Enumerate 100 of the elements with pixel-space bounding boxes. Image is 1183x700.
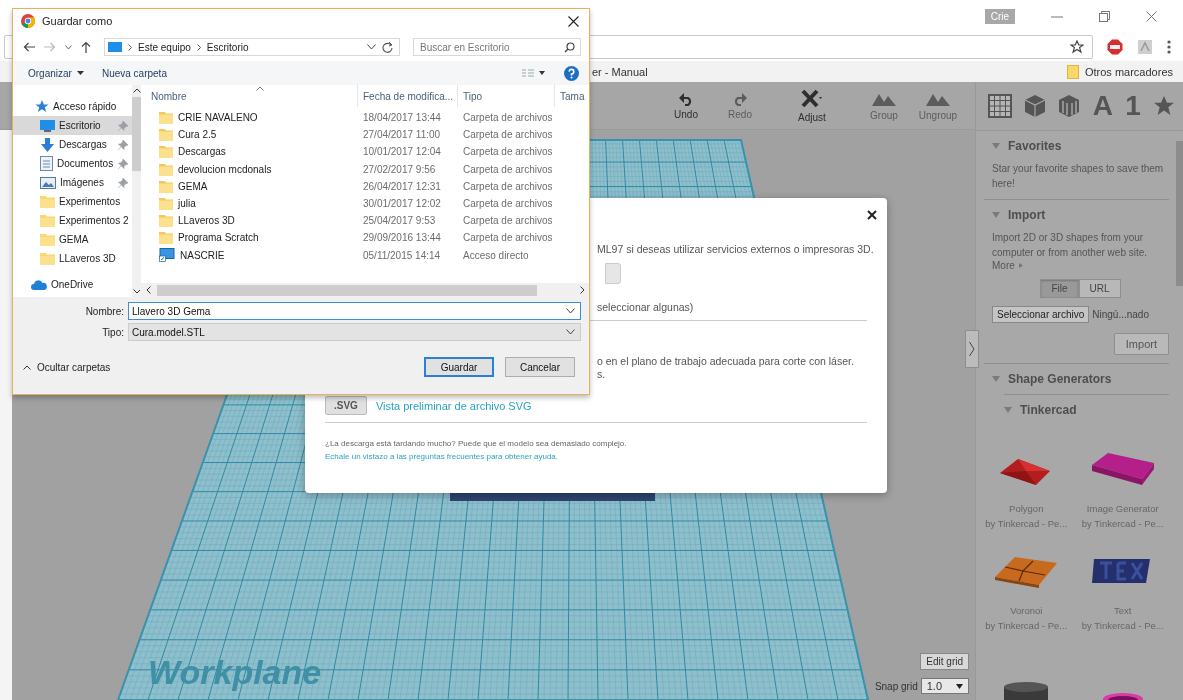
dropdown-caret-icon[interactable] <box>566 308 575 314</box>
scrollbar-thumb[interactable] <box>157 284 537 296</box>
section-title[interactable]: Shape Generators <box>1008 372 1112 386</box>
chevron-icon <box>969 341 975 357</box>
dropdown-caret-icon[interactable] <box>367 44 376 50</box>
navigation-item[interactable]: Escritorio <box>13 116 133 135</box>
column-header[interactable]: Fecha de modifica... <box>358 85 458 107</box>
section-title[interactable]: Import <box>1008 208 1046 222</box>
shape-name: Voronoi <box>1010 604 1043 618</box>
new-folder-button[interactable]: Nueva carpeta <box>101 67 167 79</box>
navigation-item[interactable]: Documentos <box>13 154 133 173</box>
svg-download-button[interactable]: .SVG <box>325 396 367 415</box>
redo-icon <box>732 91 748 106</box>
grid-icon[interactable] <box>988 94 1012 118</box>
up-arrow-icon[interactable] <box>81 41 91 53</box>
choose-file-button[interactable]: Seleccionar archivo <box>992 306 1090 323</box>
scrollbar-thumb[interactable] <box>1176 141 1183 286</box>
search-field[interactable]: Buscar en Escritorio <box>413 38 581 56</box>
bookmark-link[interactable]: er - Manual <box>592 65 648 78</box>
file-name[interactable]: Programa Scratch <box>178 232 259 244</box>
column-header[interactable]: Tama <box>555 85 585 107</box>
file-name[interactable]: LLaveros 3D <box>178 215 235 227</box>
file-type: Carpeta de archivos <box>462 129 554 141</box>
file-name-field[interactable]: Llavero 3D Gema <box>128 302 581 320</box>
modified-date: 27/02/2017 9:56 <box>362 163 437 175</box>
restore-icon[interactable] <box>1099 11 1110 22</box>
bookmark-star-icon[interactable] <box>1070 40 1084 54</box>
folder-icon <box>159 145 173 159</box>
slab-shape-icon[interactable] <box>1089 451 1156 487</box>
scroll-left-icon[interactable] <box>146 286 151 294</box>
scrollbar-thumb[interactable] <box>132 97 142 171</box>
caret-icon <box>956 683 963 689</box>
folder-icon <box>159 179 173 193</box>
file-name[interactable]: julia <box>178 198 196 210</box>
source-tab[interactable]: URL <box>1078 279 1121 298</box>
toolbar-button[interactable]: Adjust <box>789 88 835 123</box>
refresh-icon[interactable] <box>382 41 393 53</box>
folder-icon <box>40 233 55 246</box>
file-name[interactable]: NASCRIE <box>180 249 225 261</box>
laser-description: o en el plano de trabajo adecuada para corte con láser. <box>597 355 854 368</box>
navigation-item[interactable]: OneDrive <box>13 275 133 294</box>
browser-logo-icon <box>21 14 35 28</box>
menu-icon[interactable] <box>1167 40 1171 54</box>
chevron-icon <box>128 43 132 51</box>
recent-caret-icon[interactable] <box>65 44 72 50</box>
download-note: ¿La descarga está tardando mucho? Puede que el modelo sea demasiado complejo. <box>325 438 628 450</box>
caret-icon <box>1018 263 1023 268</box>
file-name[interactable]: CRIE NAVALENO <box>178 112 258 124</box>
navigation-item[interactable]: Descargas <box>13 135 133 154</box>
shape-name: Text <box>1114 604 1132 618</box>
modified-date: 29/09/2016 13:44 <box>362 232 442 244</box>
cloud-icon <box>31 279 47 290</box>
dropdown-caret-icon[interactable] <box>566 329 575 335</box>
breadcrumb-item[interactable]: Escritorio <box>206 41 249 53</box>
navigation-item[interactable]: Acceso rápido <box>13 97 133 116</box>
breadcrumb-item[interactable]: Este equipo <box>138 41 191 53</box>
close-icon[interactable] <box>867 210 877 220</box>
help-icon[interactable] <box>564 65 579 81</box>
hide-folders-toggle[interactable]: Ocultar carpetas <box>13 361 111 373</box>
modified-date: 26/04/2017 12:31 <box>362 180 442 192</box>
section-title[interactable]: Favorites <box>1008 139 1062 153</box>
modified-date: 27/04/2017 11:00 <box>362 129 442 141</box>
file-type-label: Tipo: <box>101 326 125 338</box>
back-arrow-icon[interactable] <box>23 42 35 52</box>
group-title[interactable]: Tinkercad <box>1020 403 1077 417</box>
view-options-icon[interactable] <box>522 69 546 77</box>
cube-icon[interactable] <box>1024 94 1047 118</box>
desktop-icon <box>40 119 55 132</box>
organize-menu[interactable]: Organizar <box>28 67 84 79</box>
file-name[interactable]: Descargas <box>178 146 226 158</box>
file-type: Carpeta de archivos <box>462 163 554 175</box>
column-header[interactable]: Nombre <box>146 85 358 107</box>
toolbar-button[interactable]: Undo <box>663 91 709 120</box>
star-icon[interactable] <box>1153 95 1175 117</box>
cancel-button[interactable]: Cancelar <box>505 357 575 377</box>
other-bookmarks-link[interactable]: Otros marcadores <box>1084 65 1173 78</box>
import-button[interactable]: Import <box>1113 333 1169 355</box>
save-button[interactable]: Guardar <box>424 357 494 377</box>
scroll-right-icon[interactable] <box>580 286 585 294</box>
file-name[interactable]: GEMA <box>178 180 208 192</box>
file-name[interactable]: devolucion mcdonals <box>178 163 272 175</box>
collapse-panel-button[interactable] <box>965 330 979 368</box>
edit-grid-button[interactable]: Edit grid <box>920 653 969 670</box>
navigation-item[interactable]: LLaveros 3D <box>13 249 133 268</box>
striped-cube-icon[interactable] <box>1058 94 1081 118</box>
file-name[interactable]: Cura 2.5 <box>178 129 217 141</box>
snap-grid-label: Snap grid <box>874 680 918 692</box>
file-type-select[interactable]: Cura.model.STL <box>128 323 581 341</box>
navigation-item[interactable]: Imágenes <box>13 173 133 192</box>
caret-icon <box>76 71 84 75</box>
navigation-item[interactable]: GEMA <box>13 230 133 249</box>
navigation-item[interactable]: Experimentos 2 <box>13 211 133 230</box>
column-header[interactable]: Tipo <box>458 85 555 107</box>
navigation-item[interactable]: Experimentos <box>13 192 133 211</box>
sort-caret-icon <box>256 86 264 91</box>
close-icon[interactable] <box>568 15 579 27</box>
source-tab[interactable]: File <box>1040 279 1079 298</box>
snap-grid-select[interactable]: 1.0 <box>920 678 969 694</box>
scroll-up-icon[interactable] <box>133 88 141 93</box>
breadcrumb-bar[interactable]: Este equipo Escritorio <box>104 38 400 56</box>
